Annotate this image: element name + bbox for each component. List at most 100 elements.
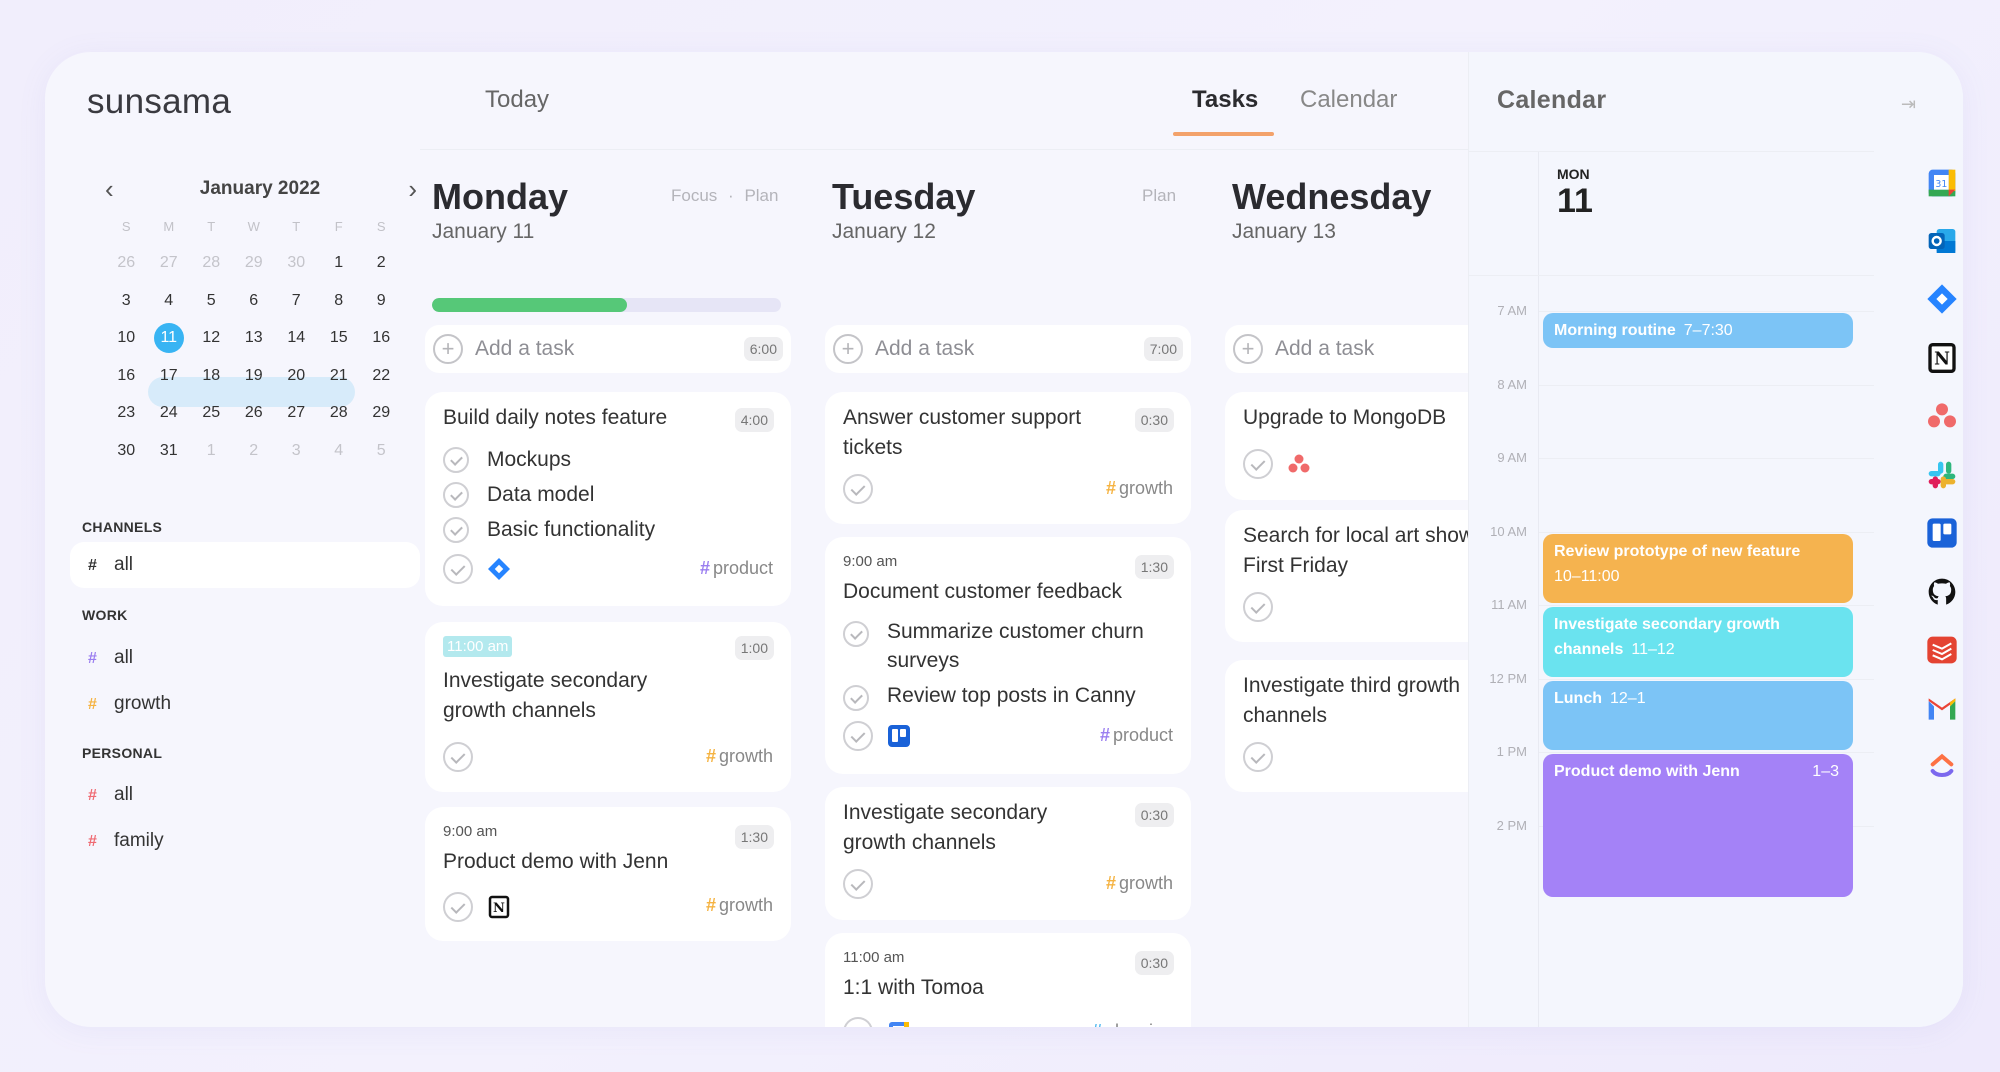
task-complete-checkbox[interactable] bbox=[443, 554, 473, 584]
gmail-icon[interactable] bbox=[1926, 693, 1958, 725]
task-complete-checkbox[interactable] bbox=[1243, 592, 1273, 622]
mini-calendar-day[interactable]: 13 bbox=[233, 319, 276, 357]
channel-item-all[interactable]: # all bbox=[70, 542, 420, 588]
mini-calendar-day[interactable]: 24 bbox=[148, 394, 191, 432]
channel-item-growth[interactable]: # growth bbox=[70, 681, 420, 727]
mini-calendar-day[interactable]: 15 bbox=[318, 319, 361, 357]
mini-calendar-day[interactable]: 23 bbox=[105, 394, 148, 432]
mini-calendar-day[interactable]: 1 bbox=[190, 432, 233, 470]
mini-calendar-day[interactable]: 27 bbox=[148, 244, 191, 282]
github-icon[interactable] bbox=[1926, 576, 1958, 608]
mini-calendar-day[interactable]: 14 bbox=[275, 319, 318, 357]
todoist-icon[interactable] bbox=[1926, 634, 1958, 666]
mini-calendar-day[interactable]: 10 bbox=[105, 319, 148, 357]
mini-calendar-day[interactable]: 26 bbox=[233, 394, 276, 432]
mini-calendar-day[interactable]: 19 bbox=[233, 357, 276, 395]
mini-calendar-day[interactable]: 21 bbox=[318, 357, 361, 395]
mini-calendar-day[interactable]: 7 bbox=[275, 282, 318, 320]
mini-calendar-day[interactable]: 28 bbox=[190, 244, 233, 282]
subtask-checkbox[interactable] bbox=[443, 482, 469, 508]
mini-calendar-day[interactable]: 5 bbox=[360, 432, 403, 470]
task-complete-checkbox[interactable] bbox=[843, 1017, 873, 1027]
mini-calendar-day[interactable]: 1 bbox=[318, 244, 361, 282]
mini-calendar-day[interactable]: 6 bbox=[233, 282, 276, 320]
calendar-event[interactable]: Investigate secondary growth channels 11–… bbox=[1543, 607, 1853, 677]
task-card[interactable]: Search for local art shows on First Frid… bbox=[1225, 510, 1468, 642]
task-card[interactable]: Investigate secondary growth channels 0:… bbox=[825, 787, 1191, 920]
task-card[interactable]: 11:00 am 0:30 1:1 with Tomoa 31 #plannin… bbox=[825, 933, 1191, 1027]
task-card[interactable]: 9:00 am 1:30 Document customer feedback … bbox=[825, 537, 1191, 774]
plan-link[interactable]: Plan bbox=[1142, 186, 1176, 205]
task-card[interactable]: Upgrade to MongoDB bbox=[1225, 392, 1468, 500]
subtask-checkbox[interactable] bbox=[443, 447, 469, 473]
task-card[interactable]: Answer customer support tickets 0:30 # gr… bbox=[825, 392, 1191, 524]
calendar-event[interactable]: Lunch 12–1 bbox=[1543, 680, 1853, 750]
trello-icon[interactable] bbox=[1926, 517, 1958, 549]
mini-calendar-day[interactable]: 27 bbox=[275, 394, 318, 432]
channel-item-family[interactable]: # family bbox=[70, 818, 420, 864]
task-complete-checkbox[interactable] bbox=[843, 869, 873, 899]
subtask-checkbox[interactable] bbox=[843, 621, 869, 647]
calendar-event[interactable]: Morning routine 7–7:30 bbox=[1543, 313, 1853, 348]
focus-link[interactable]: Focus bbox=[671, 186, 717, 205]
mini-calendar-day[interactable]: 16 bbox=[105, 357, 148, 395]
hour-gridline bbox=[1539, 531, 1874, 533]
tab-tasks[interactable]: Tasks bbox=[1192, 86, 1258, 114]
outlook-icon[interactable] bbox=[1926, 225, 1958, 257]
add-task-button[interactable]: + Add a task 7:00 bbox=[825, 325, 1191, 373]
mini-calendar-day[interactable]: 9 bbox=[360, 282, 403, 320]
mini-calendar-day[interactable]: 8 bbox=[318, 282, 361, 320]
mini-calendar-day[interactable]: 31 bbox=[148, 432, 191, 470]
task-complete-checkbox[interactable] bbox=[843, 474, 873, 504]
task-card[interactable]: 9:00 am 1:30 Product demo with Jenn N # g… bbox=[425, 807, 791, 941]
mini-calendar-day[interactable]: 25 bbox=[190, 394, 233, 432]
tab-calendar[interactable]: Calendar bbox=[1300, 86, 1397, 114]
slack-icon[interactable] bbox=[1926, 459, 1958, 491]
mini-calendar-day[interactable]: 26 bbox=[105, 244, 148, 282]
mini-calendar-day[interactable]: 11 bbox=[148, 319, 191, 357]
task-card[interactable]: Build daily notes feature 4:00 Mockups D… bbox=[425, 392, 791, 606]
mini-calendar-day[interactable]: 28 bbox=[318, 394, 361, 432]
mini-calendar-day[interactable]: 4 bbox=[318, 432, 361, 470]
mini-calendar-day[interactable]: 18 bbox=[190, 357, 233, 395]
subtask-checkbox[interactable] bbox=[443, 517, 469, 543]
mini-calendar-day[interactable]: 20 bbox=[275, 357, 318, 395]
task-complete-checkbox[interactable] bbox=[443, 892, 473, 922]
notion-icon[interactable]: N bbox=[1926, 342, 1958, 374]
task-complete-checkbox[interactable] bbox=[1243, 742, 1273, 772]
channel-item-all[interactable]: # all bbox=[70, 772, 420, 818]
mini-calendar-day[interactable]: 3 bbox=[105, 282, 148, 320]
task-complete-checkbox[interactable] bbox=[1243, 449, 1273, 479]
mini-calendar-day[interactable]: 3 bbox=[275, 432, 318, 470]
asana-icon[interactable] bbox=[1926, 400, 1958, 432]
mini-calendar-day[interactable]: 2 bbox=[360, 244, 403, 282]
clickup-icon[interactable] bbox=[1926, 751, 1958, 783]
task-complete-checkbox[interactable] bbox=[843, 721, 873, 751]
subtask-checkbox[interactable] bbox=[843, 685, 869, 711]
task-card[interactable]: Investigate third growth channels bbox=[1225, 660, 1468, 792]
task-card[interactable]: 11:00 am 1:00 Investigate secondary grow… bbox=[425, 622, 791, 792]
add-task-button[interactable]: + Add a task bbox=[1225, 325, 1468, 373]
mini-calendar-day[interactable]: 5 bbox=[190, 282, 233, 320]
mini-calendar-day[interactable]: 30 bbox=[275, 244, 318, 282]
chevron-right-icon[interactable]: › bbox=[408, 174, 417, 205]
collapse-right-icon[interactable]: ⇥ bbox=[1901, 94, 1916, 115]
mini-calendar-day[interactable]: 16 bbox=[360, 319, 403, 357]
google-calendar-icon[interactable]: 31 bbox=[1926, 167, 1958, 199]
mini-calendar-day[interactable]: 4 bbox=[148, 282, 191, 320]
calendar-event[interactable]: Review prototype of new feature 10–11:00 bbox=[1543, 533, 1853, 603]
mini-calendar-day[interactable]: 29 bbox=[360, 394, 403, 432]
mini-calendar-day[interactable]: 2 bbox=[233, 432, 276, 470]
task-complete-checkbox[interactable] bbox=[443, 742, 473, 772]
channel-item-all[interactable]: # all bbox=[70, 635, 420, 681]
hour-label: 12 PM bbox=[1489, 670, 1527, 686]
jira-icon[interactable] bbox=[1926, 283, 1958, 315]
mini-calendar-day[interactable]: 17 bbox=[148, 357, 191, 395]
mini-calendar-day[interactable]: 22 bbox=[360, 357, 403, 395]
calendar-event[interactable]: Product demo with Jenn 1–3 bbox=[1543, 754, 1853, 897]
mini-calendar-day[interactable]: 30 bbox=[105, 432, 148, 470]
plan-link[interactable]: Plan bbox=[744, 186, 778, 205]
mini-calendar-day[interactable]: 12 bbox=[190, 319, 233, 357]
mini-calendar-day[interactable]: 29 bbox=[233, 244, 276, 282]
add-task-button[interactable]: + Add a task 6:00 bbox=[425, 325, 791, 373]
